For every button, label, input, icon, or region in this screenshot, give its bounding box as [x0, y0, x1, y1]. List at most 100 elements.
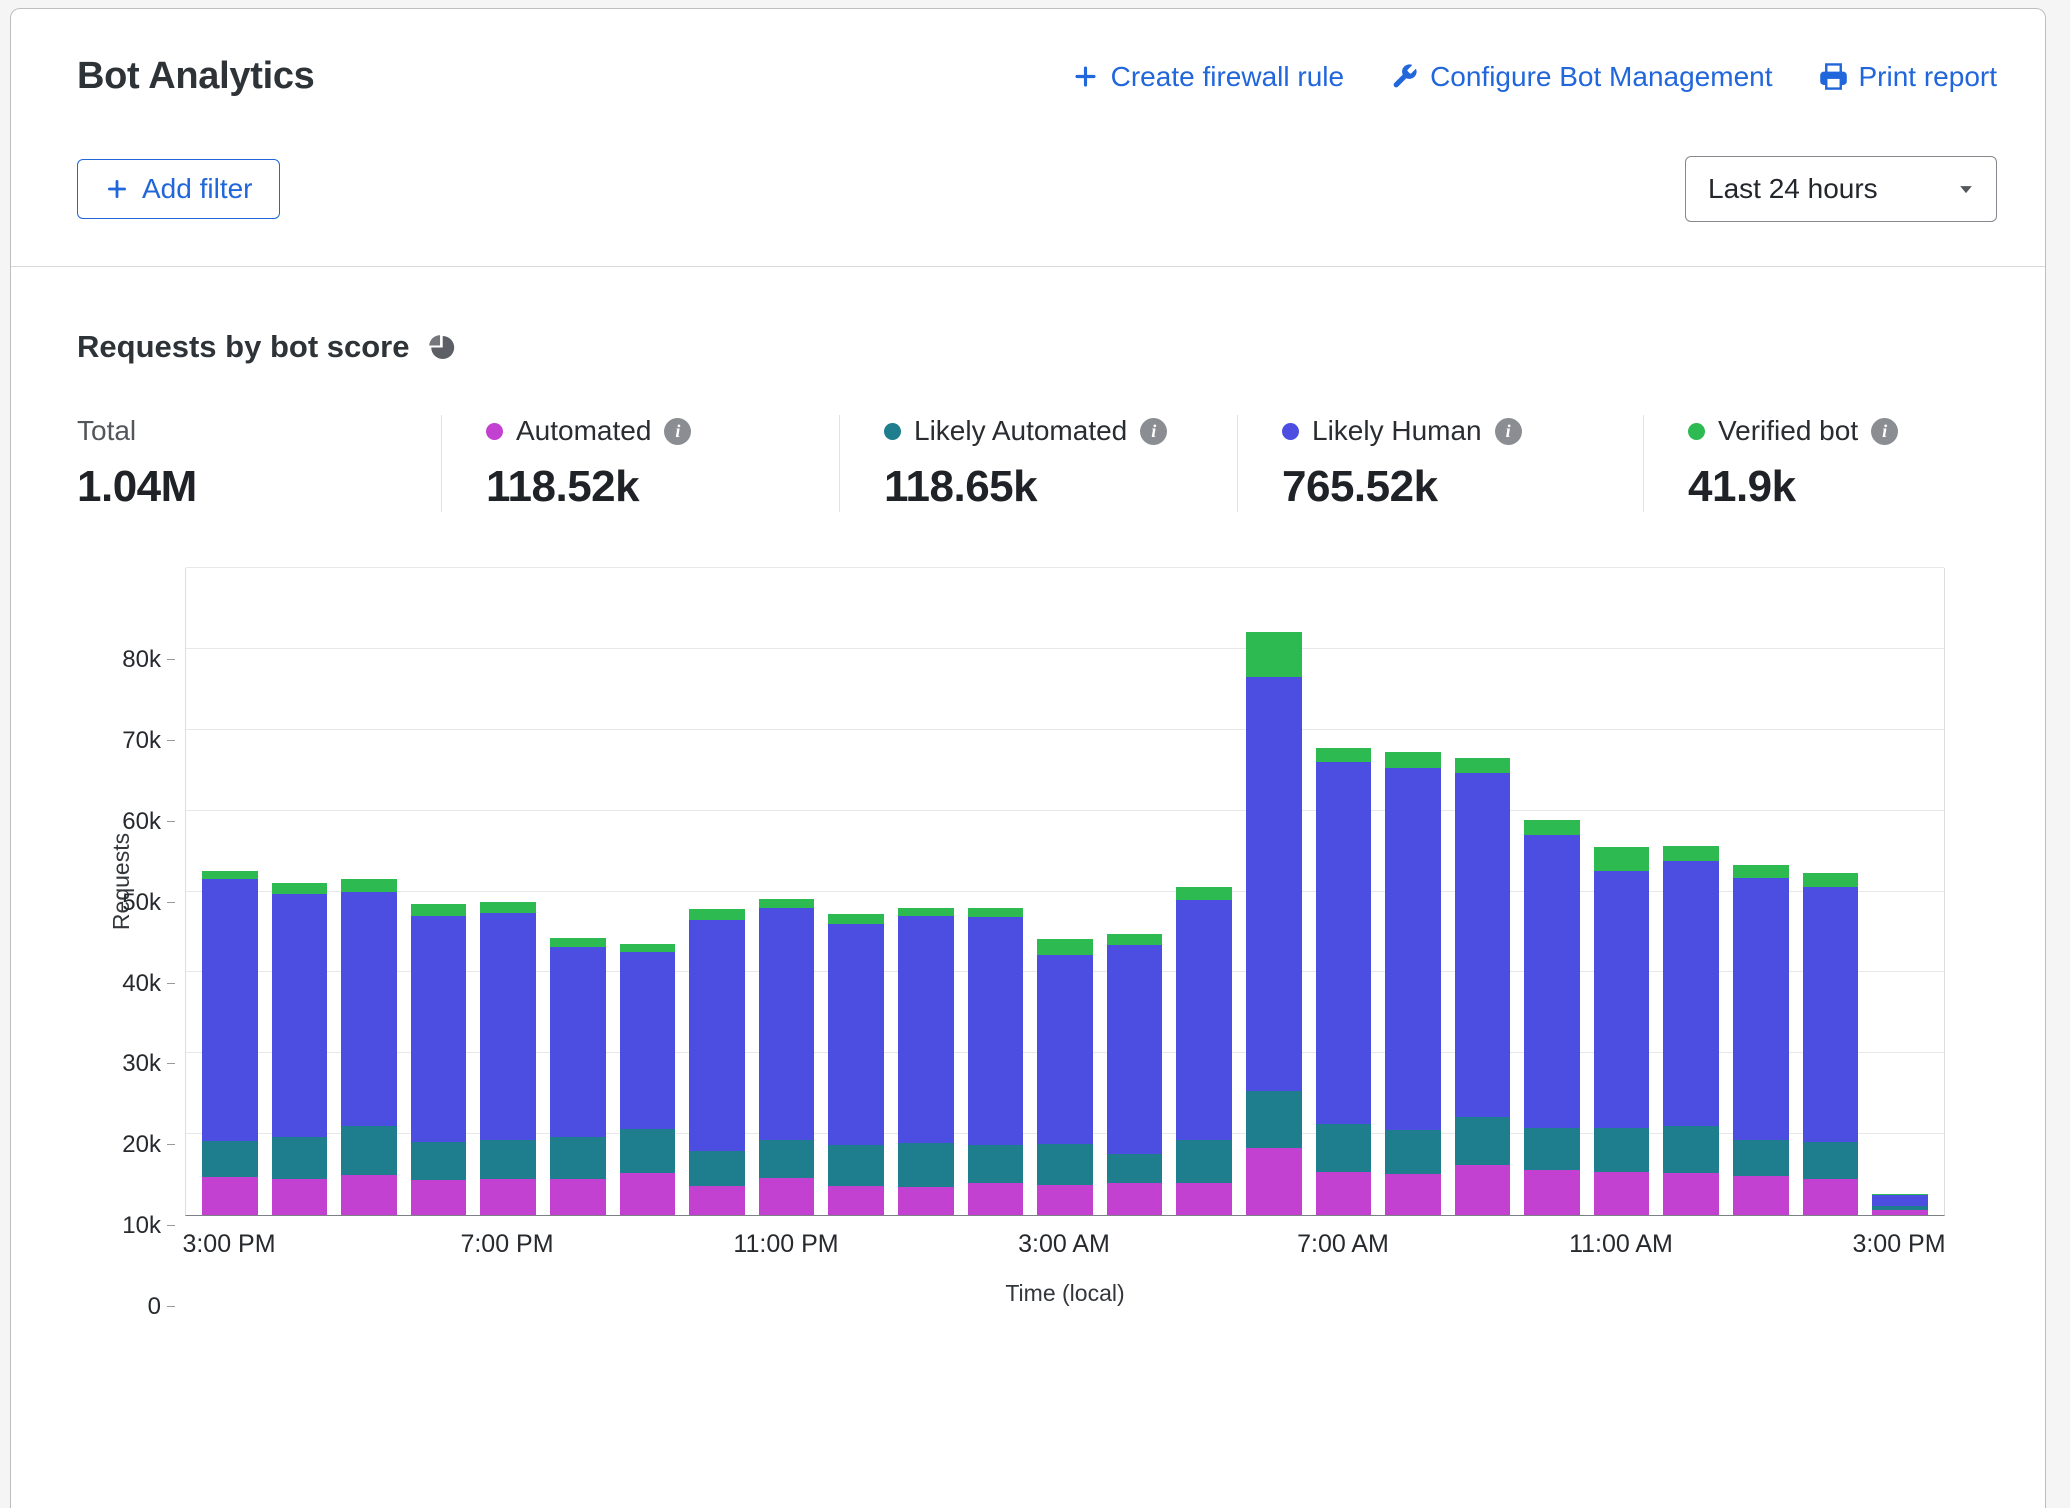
y-tick-mark — [167, 1144, 175, 1145]
bar[interactable] — [1385, 752, 1441, 1215]
stat-likely-human-value: 765.52k — [1282, 462, 1623, 512]
bar-segment-likely-automated — [1455, 1117, 1511, 1165]
bar[interactable] — [620, 944, 676, 1215]
bar[interactable] — [898, 908, 954, 1215]
bar-segment-likely-automated — [202, 1141, 258, 1177]
bar[interactable] — [1037, 939, 1093, 1215]
info-icon[interactable]: i — [664, 418, 691, 445]
x-axis-labels: 3:00 PM7:00 PM11:00 PM3:00 AM7:00 AM11:0… — [185, 1230, 1945, 1272]
bar-segment-verified-bot — [620, 944, 676, 952]
stat-verified-bot-label: Verified bot — [1718, 415, 1858, 447]
create-firewall-rule-link[interactable]: Create firewall rule — [1071, 61, 1344, 93]
info-icon[interactable]: i — [1871, 418, 1898, 445]
likely-human-legend-dot — [1282, 423, 1299, 440]
bar-segment-likely-human — [272, 894, 328, 1137]
bar-segment-likely-human — [1385, 768, 1441, 1130]
header: Bot Analytics Create firewall rule Confi… — [11, 9, 2045, 267]
time-range-select[interactable]: Last 24 hours — [1685, 156, 1997, 222]
y-tick-label: 50k — [122, 889, 161, 917]
y-tick-label: 20k — [122, 1131, 161, 1159]
create-firewall-rule-label: Create firewall rule — [1111, 61, 1344, 93]
bar-segment-verified-bot — [1176, 887, 1232, 899]
bar-segment-automated — [550, 1179, 606, 1215]
bar-segment-likely-automated — [968, 1145, 1024, 1183]
bar[interactable] — [1663, 846, 1719, 1215]
bar-segment-likely-automated — [1803, 1142, 1859, 1178]
bar[interactable] — [1107, 934, 1163, 1215]
bar[interactable] — [550, 938, 606, 1215]
bar-segment-likely-automated — [828, 1145, 884, 1185]
bar-segment-verified-bot — [1594, 847, 1650, 871]
bar-segment-likely-human — [1037, 955, 1093, 1144]
info-icon[interactable]: i — [1495, 418, 1522, 445]
plus-icon — [1071, 62, 1100, 91]
bar[interactable] — [1803, 873, 1859, 1215]
bar-segment-automated — [1385, 1174, 1441, 1215]
stat-automated-label: Automated — [516, 415, 651, 447]
bar[interactable] — [828, 914, 884, 1215]
info-icon[interactable]: i — [1140, 418, 1167, 445]
configure-bot-management-link[interactable]: Configure Bot Management — [1390, 61, 1772, 93]
print-report-label: Print report — [1859, 61, 1998, 93]
stat-likely-human-label: Likely Human — [1312, 415, 1482, 447]
bar-segment-likely-automated — [1385, 1130, 1441, 1174]
bar-segment-likely-human — [1872, 1195, 1928, 1206]
bar[interactable] — [759, 899, 815, 1215]
bar-segment-likely-automated — [1594, 1128, 1650, 1172]
bar[interactable] — [1594, 847, 1650, 1215]
stat-likely-human: Likely Human i 765.52k — [1237, 415, 1643, 512]
bar-segment-automated — [689, 1186, 745, 1215]
bar[interactable] — [272, 883, 328, 1215]
bar[interactable] — [341, 879, 397, 1215]
y-tick-label: 80k — [122, 646, 161, 674]
main-content: Requests by bot score Total 1.04M Automa… — [11, 267, 2045, 1307]
x-tick-label: 3:00 PM — [1852, 1230, 1945, 1259]
bar[interactable] — [202, 871, 258, 1215]
bar[interactable] — [1733, 865, 1789, 1215]
wrench-icon — [1390, 62, 1419, 91]
bar-segment-automated — [341, 1175, 397, 1215]
bar-segment-likely-human — [759, 908, 815, 1140]
bar-segment-likely-automated — [759, 1140, 815, 1178]
chevron-down-icon — [1952, 175, 1980, 203]
bar-segment-verified-bot — [828, 914, 884, 924]
bar-segment-likely-human — [1316, 762, 1372, 1124]
bar-segment-verified-bot — [689, 909, 745, 920]
bar[interactable] — [968, 908, 1024, 1215]
y-tick-mark — [167, 1063, 175, 1064]
verified-bot-legend-dot — [1688, 423, 1705, 440]
bar-segment-likely-human — [1524, 835, 1580, 1128]
bar[interactable] — [689, 909, 745, 1215]
bar-segment-verified-bot — [1037, 939, 1093, 954]
bar-segment-automated — [202, 1177, 258, 1215]
bar[interactable] — [1246, 632, 1302, 1215]
bar[interactable] — [1872, 1194, 1928, 1215]
stat-likely-automated-label: Likely Automated — [914, 415, 1127, 447]
bar[interactable] — [411, 904, 467, 1215]
bar-segment-verified-bot — [202, 871, 258, 879]
x-tick-label: 11:00 PM — [733, 1230, 838, 1259]
x-tick-label: 3:00 PM — [182, 1230, 275, 1259]
stat-likely-automated-value: 118.65k — [884, 462, 1217, 512]
bar-segment-likely-automated — [550, 1137, 606, 1179]
bar[interactable] — [1524, 820, 1580, 1215]
stat-automated: Automated i 118.52k — [441, 415, 839, 512]
bar[interactable] — [1455, 758, 1511, 1215]
bar-segment-likely-automated — [1037, 1144, 1093, 1185]
print-report-link[interactable]: Print report — [1819, 61, 1998, 93]
bar-segment-likely-human — [1246, 677, 1302, 1091]
bar-segment-verified-bot — [341, 879, 397, 891]
bar[interactable] — [1176, 887, 1232, 1215]
stat-total-label: Total — [77, 415, 421, 447]
bars[interactable] — [186, 568, 1944, 1215]
x-tick-label: 7:00 AM — [1297, 1230, 1389, 1259]
bar[interactable] — [1316, 748, 1372, 1215]
x-axis-title: Time (local) — [185, 1280, 1945, 1307]
add-filter-button[interactable]: Add filter — [77, 159, 280, 219]
bar-segment-likely-automated — [1663, 1126, 1719, 1173]
bar-segment-automated — [1246, 1148, 1302, 1215]
x-tick-label: 3:00 AM — [1018, 1230, 1110, 1259]
bar-segment-likely-automated — [689, 1151, 745, 1186]
bar[interactable] — [480, 902, 536, 1215]
bar-segment-likely-automated — [411, 1142, 467, 1180]
